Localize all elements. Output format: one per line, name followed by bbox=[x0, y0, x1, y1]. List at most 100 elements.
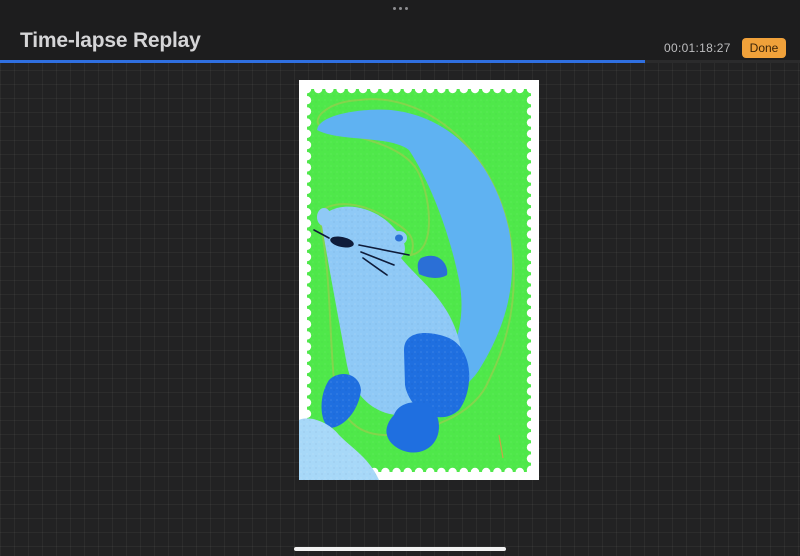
perforation-hole bbox=[381, 467, 390, 477]
artwork-canvas bbox=[299, 80, 539, 480]
perforation-hole bbox=[302, 275, 312, 284]
perforation-hole bbox=[448, 84, 457, 94]
perforation-hole bbox=[515, 467, 524, 477]
perforation-hole bbox=[302, 320, 312, 329]
perforation-hole bbox=[437, 467, 446, 477]
perforation-hole bbox=[526, 185, 536, 194]
more-dots-icon[interactable] bbox=[393, 6, 409, 10]
perforation-hole bbox=[302, 252, 312, 262]
perforation-hole bbox=[482, 84, 491, 94]
perforation-hole bbox=[302, 230, 312, 239]
perforation-hole bbox=[302, 196, 312, 206]
perforation-hole bbox=[504, 467, 513, 477]
perforation-hole bbox=[302, 219, 312, 228]
perforation-hole bbox=[526, 96, 536, 105]
perforation-hole bbox=[526, 308, 536, 318]
perforation-hole bbox=[302, 208, 312, 217]
perforation-hole bbox=[403, 84, 412, 94]
perforation-hole bbox=[504, 84, 513, 94]
perforation-hole bbox=[302, 376, 312, 385]
perforation-hole bbox=[526, 118, 536, 127]
perforation-hole bbox=[526, 84, 536, 94]
perforation-hole bbox=[336, 84, 345, 94]
replay-progress-bar[interactable] bbox=[0, 60, 800, 63]
perforation-hole bbox=[302, 308, 312, 318]
perforation-hole bbox=[526, 465, 536, 474]
perforation-hole bbox=[526, 398, 536, 407]
perforation-hole bbox=[381, 84, 390, 94]
perforation-hole bbox=[302, 185, 312, 194]
perforation-hole bbox=[459, 84, 468, 94]
perforation-hole bbox=[302, 264, 312, 273]
perforation-hole bbox=[302, 84, 312, 94]
perforation-hole bbox=[302, 118, 312, 127]
perforation-hole bbox=[414, 467, 424, 477]
perforation-hole bbox=[526, 297, 536, 306]
perforation-hole bbox=[526, 241, 536, 250]
perforation-hole bbox=[526, 342, 536, 351]
perforation-hole bbox=[526, 331, 536, 340]
perforation-hole bbox=[526, 107, 536, 116]
perforation-hole bbox=[526, 219, 536, 228]
perforation-hole bbox=[302, 364, 312, 374]
perforation-hole bbox=[526, 275, 536, 284]
perforation-hole bbox=[526, 387, 536, 396]
perforation-hole bbox=[302, 107, 312, 116]
perforation-hole bbox=[526, 208, 536, 217]
perforation-hole bbox=[526, 443, 536, 452]
perforation-hole bbox=[493, 84, 502, 94]
perforation-hole bbox=[526, 174, 536, 183]
perforation-hole bbox=[482, 467, 491, 477]
done-button[interactable]: Done bbox=[742, 38, 786, 58]
timecode-display: 00:01:18:27 bbox=[664, 41, 731, 55]
perforation-hole bbox=[526, 140, 536, 150]
perforation-hole bbox=[526, 196, 536, 206]
perforation-hole bbox=[370, 84, 379, 94]
perforation-hole bbox=[526, 454, 536, 463]
perforation-hole bbox=[302, 331, 312, 340]
perforation-hole bbox=[302, 353, 312, 362]
perforation-hole bbox=[459, 467, 468, 477]
perforation-hole bbox=[526, 320, 536, 329]
perforation-hole bbox=[392, 84, 401, 94]
perforation-hole bbox=[526, 376, 536, 385]
perforation-hole bbox=[325, 84, 334, 94]
perforation-hole bbox=[526, 230, 536, 239]
perforation-hole bbox=[302, 342, 312, 351]
perforation-hole bbox=[426, 467, 435, 477]
perforation-hole bbox=[302, 387, 312, 396]
perforation-hole bbox=[302, 297, 312, 306]
otter-stamp-illustration bbox=[299, 80, 539, 480]
perforation-hole bbox=[403, 467, 412, 477]
home-indicator[interactable] bbox=[294, 547, 506, 551]
perforation-hole bbox=[526, 353, 536, 362]
perforation-hole bbox=[347, 84, 356, 94]
perforation-hole bbox=[358, 84, 368, 94]
perforation-hole bbox=[526, 252, 536, 262]
perforation-hole bbox=[392, 467, 401, 477]
perforation-hole bbox=[526, 286, 536, 295]
perforation-hole bbox=[526, 129, 536, 138]
perforation-hole bbox=[526, 409, 536, 418]
perforation-hole bbox=[302, 96, 312, 105]
perforation-hole bbox=[470, 84, 480, 94]
perforation-hole bbox=[526, 163, 536, 172]
perforation-hole bbox=[526, 364, 536, 374]
perforation-hole bbox=[526, 152, 536, 161]
perforation-hole bbox=[526, 420, 536, 430]
perforation-hole bbox=[493, 467, 502, 477]
page-title: Time-lapse Replay bbox=[20, 29, 201, 52]
perforation-hole bbox=[526, 264, 536, 273]
perforation-hole bbox=[302, 140, 312, 150]
perforation-hole bbox=[302, 163, 312, 172]
perforation-hole bbox=[414, 84, 424, 94]
perforation-hole bbox=[302, 174, 312, 183]
perforation-hole bbox=[314, 84, 323, 94]
perforation-hole bbox=[526, 432, 536, 441]
perforation-hole bbox=[302, 398, 312, 407]
perforation-hole bbox=[426, 84, 435, 94]
perforation-hole bbox=[515, 84, 524, 94]
perforation-hole bbox=[302, 286, 312, 295]
perforation-hole bbox=[302, 241, 312, 250]
replay-progress-fill bbox=[0, 60, 645, 63]
